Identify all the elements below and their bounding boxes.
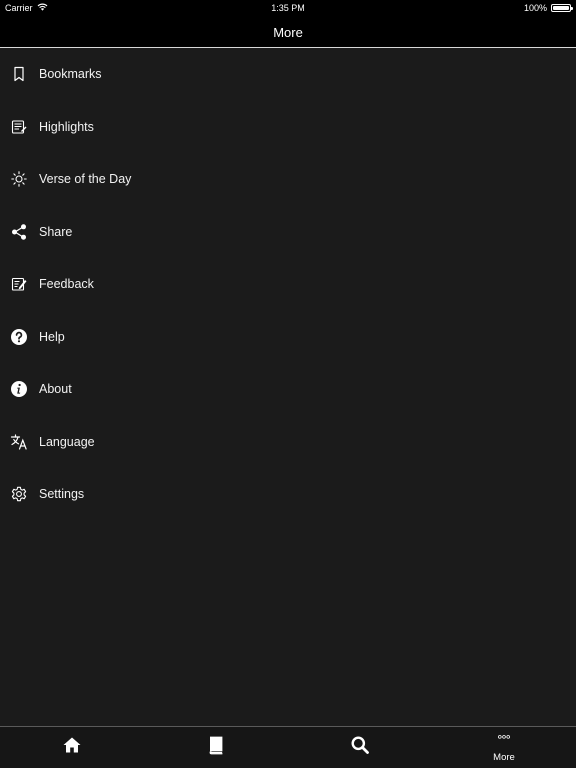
page-title: More xyxy=(273,25,303,40)
tab-bar: More xyxy=(0,726,576,768)
status-right: 100% xyxy=(523,3,573,13)
menu-item-about[interactable]: About xyxy=(0,363,576,416)
menu-item-label: Highlights xyxy=(39,119,94,134)
battery-percent: 100% xyxy=(523,3,547,13)
menu-item-label: Bookmarks xyxy=(39,67,102,82)
menu-item-label: Verse of the Day xyxy=(39,172,132,187)
menu-item-label: Share xyxy=(39,224,73,239)
menu-item-help[interactable]: Help xyxy=(0,311,576,364)
menu-item-verse-of-the-day[interactable]: Verse of the Day xyxy=(0,153,576,206)
bookmark-icon xyxy=(10,65,28,83)
highlights-icon xyxy=(10,118,28,136)
tab-search[interactable] xyxy=(288,727,432,768)
screen: Carrier 1:35 PM 100% More Bookmarks High… xyxy=(0,0,576,768)
gear-icon xyxy=(10,485,28,503)
status-bar: Carrier 1:35 PM 100% xyxy=(0,0,576,16)
menu-item-label: Help xyxy=(39,329,65,344)
tab-bible[interactable] xyxy=(144,727,288,768)
navigation-bar: More xyxy=(0,16,576,48)
status-time: 1:35 PM xyxy=(271,3,305,13)
more-menu-list: Bookmarks Highlights Verse of the Day Sh… xyxy=(0,48,576,521)
menu-item-label: Language xyxy=(39,434,95,449)
menu-item-highlights[interactable]: Highlights xyxy=(0,101,576,154)
share-icon xyxy=(10,223,28,241)
feedback-icon xyxy=(10,275,28,293)
book-icon xyxy=(206,735,226,760)
more-dots-icon xyxy=(494,732,514,751)
battery-icon xyxy=(551,4,573,12)
translate-icon xyxy=(10,433,28,451)
help-icon xyxy=(10,328,28,346)
home-icon xyxy=(62,735,82,760)
menu-item-feedback[interactable]: Feedback xyxy=(0,258,576,311)
battery-fill xyxy=(553,6,569,10)
tab-more[interactable]: More xyxy=(432,727,576,768)
menu-item-label: About xyxy=(39,382,72,397)
menu-item-bookmarks[interactable]: Bookmarks xyxy=(0,48,576,101)
menu-item-settings[interactable]: Settings xyxy=(0,468,576,521)
tab-home[interactable] xyxy=(0,727,144,768)
menu-item-label: Feedback xyxy=(39,277,94,292)
tab-more-label: More xyxy=(493,752,515,763)
sun-icon xyxy=(10,170,28,188)
search-icon xyxy=(350,735,370,760)
menu-item-label: Settings xyxy=(39,487,85,502)
menu-item-share[interactable]: Share xyxy=(0,206,576,259)
menu-item-language[interactable]: Language xyxy=(0,416,576,469)
info-icon xyxy=(10,380,28,398)
